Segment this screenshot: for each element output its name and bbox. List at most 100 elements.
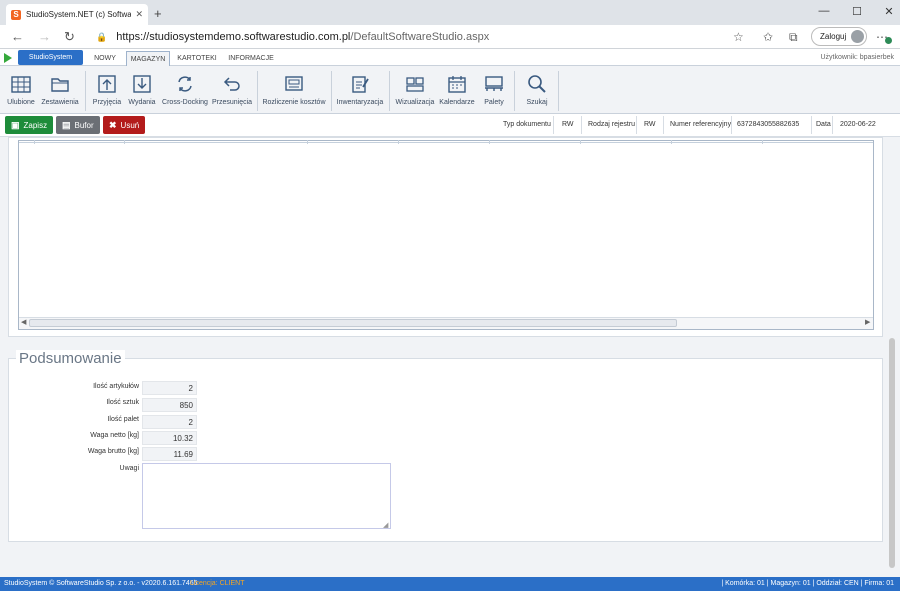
ribbon-label: Palety: [484, 99, 504, 106]
tab-informacje[interactable]: INFORMACJE: [224, 51, 278, 66]
ribbon-kalendarze[interactable]: Kalendarze: [438, 73, 476, 111]
grid-column-divider[interactable]: [398, 140, 399, 144]
browser-tab[interactable]: S StudioSystem.NET (c) SoftwareSt ✕: [6, 4, 148, 25]
maximize-icon[interactable]: ☐: [847, 5, 867, 18]
pallets-icon: [484, 73, 504, 95]
gross-weight-field: 11.69: [142, 447, 197, 461]
date-value: 2020-06-22: [840, 121, 876, 128]
ribbon-label: Przesunięcia: [211, 99, 253, 106]
field-label: Waga brutto [kg]: [87, 448, 139, 455]
grid-column-divider[interactable]: [762, 140, 763, 144]
grid-column-divider[interactable]: [34, 140, 35, 144]
app-menu-button[interactable]: StudioSystem: [18, 50, 83, 65]
ribbon-separator: [331, 71, 332, 111]
meta-separator: [832, 116, 833, 134]
meta-separator: [811, 116, 812, 134]
grid-header: [19, 140, 873, 143]
tab-magazyn[interactable]: MAGAZYN: [126, 51, 170, 66]
url-field[interactable]: 🔒 https://studiosystemdemo.softwarestudi…: [96, 29, 756, 45]
cross-docking-icon: [175, 73, 195, 95]
ribbon-inwentaryzacja[interactable]: Inwentaryzacja: [336, 73, 384, 111]
lock-icon: 🔒: [96, 31, 108, 42]
tab-nowy[interactable]: NOWY: [88, 51, 122, 66]
cost-settlement-icon: [284, 73, 304, 95]
issue-out-icon: [132, 73, 152, 95]
ribbon-separator: [514, 71, 515, 111]
reference-number-value: 6372843055882635: [737, 121, 800, 128]
back-icon[interactable]: ←: [11, 29, 24, 44]
footer-copyright: StudioSystem © SoftwareStudio Sp. z o.o.…: [4, 580, 198, 587]
play-icon[interactable]: [4, 53, 12, 63]
ribbon-label: Inwentaryzacja: [336, 99, 384, 106]
tab-kartoteki[interactable]: KARTOTEKI: [174, 51, 220, 66]
window-close-icon[interactable]: ✕: [879, 5, 899, 18]
field-label: Ilość artykułów: [93, 383, 139, 390]
user-label: Użytkownik: bpasierbek: [820, 54, 894, 61]
ribbon-label: Cross-Docking: [162, 99, 208, 106]
ribbon-rozliczenie-kosztow[interactable]: Rozliczenie kosztów: [262, 73, 326, 111]
field-label: Waga netto [kg]: [90, 432, 139, 439]
grid-column-divider[interactable]: [671, 140, 672, 144]
notes-textarea[interactable]: [142, 463, 391, 529]
forward-icon[interactable]: →: [38, 29, 51, 44]
favicon: S: [11, 9, 21, 20]
ribbon-separator: [389, 71, 390, 111]
meta-separator: [663, 116, 664, 134]
ribbon-cross-docking[interactable]: Cross-Docking: [162, 73, 208, 111]
scroll-right-icon[interactable]: ▶: [865, 318, 870, 326]
ribbon-przyjecia[interactable]: Przyjęcia: [90, 73, 124, 111]
resize-grip-icon[interactable]: ◢: [383, 521, 388, 529]
login-button[interactable]: Zaloguj: [811, 27, 867, 46]
grid-column-divider[interactable]: [489, 140, 490, 144]
url-path: /DefaultSoftwareStudio.aspx: [350, 31, 490, 43]
items-grid[interactable]: [18, 140, 874, 330]
search-icon: [527, 73, 547, 95]
tab-title: StudioSystem.NET (c) SoftwareSt: [26, 10, 132, 19]
favorites-grid-icon: [11, 73, 31, 95]
ribbon-separator: [85, 71, 86, 111]
buffer-label: Bufor: [74, 120, 94, 130]
horizontal-scroll-thumb[interactable]: [29, 319, 677, 327]
grid-column-divider[interactable]: [307, 140, 308, 144]
article-count-field: 2: [142, 381, 197, 395]
refresh-icon[interactable]: ↻: [64, 29, 75, 45]
document-icon: ▤: [62, 119, 71, 130]
ribbon-palety[interactable]: Palety: [480, 73, 508, 111]
ribbon-zestawienia[interactable]: Zestawienia: [40, 73, 80, 111]
close-tab-icon[interactable]: ✕: [135, 9, 143, 20]
new-tab-button[interactable]: +: [154, 6, 162, 21]
meta-separator: [731, 116, 732, 134]
ribbon-szukaj[interactable]: Szukaj: [520, 73, 554, 111]
delete-icon: ✖: [109, 119, 117, 130]
inventory-icon: [350, 73, 370, 95]
ribbon-label: Wizualizacja: [395, 99, 435, 106]
notification-dot: [885, 37, 892, 44]
ribbon-wizualizacja[interactable]: Wizualizacja: [394, 73, 436, 111]
net-weight-field: 10.32: [142, 431, 197, 445]
date-label: Data: [816, 121, 831, 128]
ribbon-ulubione[interactable]: Ulubione: [5, 73, 37, 111]
ribbon-przesuniecia[interactable]: Przesunięcia: [212, 73, 252, 111]
field-label: Ilość palet: [107, 416, 139, 423]
pallet-count-field: 2: [142, 415, 197, 429]
url-host: https://studiosystemdemo.softwarestudio.…: [116, 31, 351, 43]
star-icon[interactable]: ☆: [733, 30, 744, 44]
scroll-left-icon[interactable]: ◀: [21, 318, 26, 326]
footer-license: Licencja: CLIENT: [190, 580, 245, 587]
save-label: Zapisz: [23, 120, 48, 130]
ribbon-wydania[interactable]: Wydania: [127, 73, 157, 111]
save-button[interactable]: ▣ Zapisz: [5, 116, 54, 134]
delete-button[interactable]: ✖ Usuń: [103, 116, 146, 134]
footer-status: | Komórka: 01 | Magazyn: 01 | Oddział: C…: [721, 580, 894, 587]
meta-separator: [636, 116, 637, 134]
doc-type-label: Typ dokumentu: [503, 121, 551, 128]
minimize-icon[interactable]: —: [814, 5, 834, 17]
grid-column-divider[interactable]: [580, 140, 581, 144]
piece-count-field: 850: [142, 398, 197, 412]
folder-icon: [50, 73, 70, 95]
buffer-button[interactable]: ▤ Bufor: [56, 116, 100, 134]
vertical-scroll-thumb[interactable]: [889, 338, 895, 568]
favorites-icon[interactable]: ✩: [763, 30, 773, 44]
grid-column-divider[interactable]: [124, 140, 125, 144]
collections-icon[interactable]: ⧉: [789, 30, 798, 45]
